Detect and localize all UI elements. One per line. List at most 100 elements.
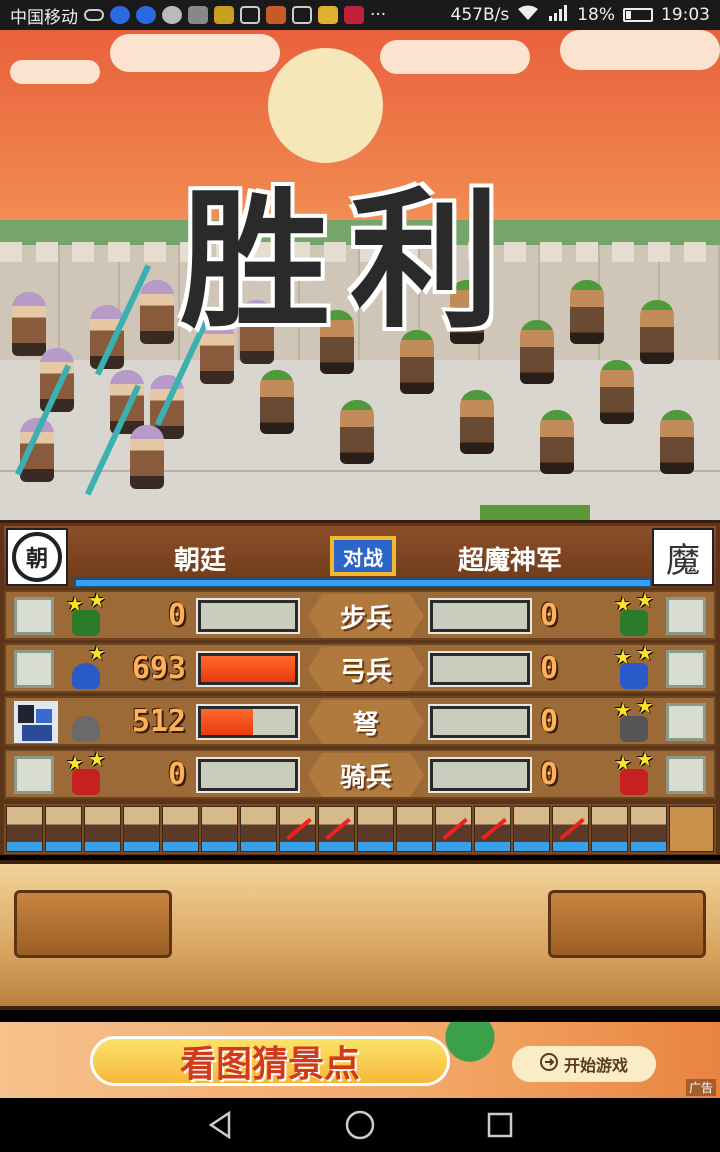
notification-icons: ···	[84, 5, 386, 25]
left-hp-bar	[196, 651, 300, 687]
right-team-name: 超魔神军	[458, 546, 563, 576]
roster-unit-defeated[interactable]	[318, 806, 355, 852]
recent-apps-icon[interactable]	[485, 1110, 515, 1140]
battle-panel: 朝 朝廷 对战 超魔神军 魔 ★ ★ 0 步兵 0 ★ ★ ★ 693 弓兵 0…	[0, 520, 720, 855]
roster-unit[interactable]	[201, 806, 238, 852]
roster-unit-defeated[interactable]	[279, 806, 316, 852]
unit-row-infantry: ★ ★ 0 步兵 0 ★ ★	[4, 588, 716, 640]
ad-tag-label: 广告	[688, 1081, 713, 1095]
ad-start-label: 开始游戏	[563, 1056, 628, 1075]
unit-type-label: 骑兵	[339, 762, 392, 793]
left-army-emblem: 朝	[6, 528, 68, 586]
right-count: 0	[540, 704, 559, 739]
unit-type-label: 步兵	[339, 603, 392, 634]
unit-type-label: 弩	[352, 709, 379, 740]
wechat-icon	[162, 6, 182, 24]
unit-type-plate: 弩	[308, 700, 424, 744]
right-count: 0	[540, 757, 559, 792]
left-count: 693	[131, 651, 186, 686]
cloud	[110, 34, 280, 72]
ally-soldier	[12, 292, 46, 356]
image-icon	[240, 6, 260, 24]
grass	[480, 505, 590, 520]
cloud	[10, 60, 100, 84]
right-panel-button[interactable]	[548, 890, 706, 958]
enemy-soldier	[640, 300, 674, 364]
app-notify-icon	[110, 6, 130, 24]
army-strength-bar	[74, 578, 652, 588]
unit-row-archer: ★ 693 弓兵 0 ★ ★	[4, 641, 716, 693]
right-slot[interactable]	[666, 756, 706, 794]
battle-scene[interactable]: 胜利	[0, 30, 720, 520]
left-slot[interactable]	[14, 756, 54, 794]
enemy-soldier	[460, 390, 494, 454]
roster-unit[interactable]	[630, 806, 667, 852]
ally-soldier	[140, 280, 174, 344]
back-icon[interactable]	[205, 1110, 235, 1140]
infantry-unit-icon: ★ ★	[64, 588, 112, 638]
roster-empty-slot	[669, 806, 714, 852]
roster-unit[interactable]	[84, 806, 121, 852]
archer-unit-icon: ★ ★	[612, 641, 660, 691]
right-slot[interactable]	[666, 597, 706, 635]
left-count: 512	[131, 704, 186, 739]
right-slot[interactable]	[666, 650, 706, 688]
left-hp-fill	[201, 656, 295, 682]
roster-unit-defeated[interactable]	[474, 806, 511, 852]
roster-unit-defeated[interactable]	[552, 806, 589, 852]
roster-unit[interactable]	[6, 806, 43, 852]
roster-unit[interactable]	[591, 806, 628, 852]
ad-banner[interactable]: 看图猜景点 开始游戏 广告	[0, 1022, 720, 1098]
enemy-soldier	[340, 400, 374, 464]
roster-unit[interactable]	[162, 806, 199, 852]
crossbow-unit-icon	[64, 700, 112, 744]
enemy-soldier	[660, 410, 694, 474]
roster-unit-defeated[interactable]	[435, 806, 472, 852]
network-speed: 457B/s	[450, 5, 510, 25]
victory-title: 胜利	[180, 173, 521, 349]
roster-unit[interactable]	[357, 806, 394, 852]
left-hp-fill	[201, 709, 253, 735]
right-hp-bar	[428, 598, 532, 634]
unit-type-plate: 弓兵	[308, 647, 424, 691]
right-count: 0	[540, 651, 559, 686]
left-slot[interactable]	[14, 597, 54, 635]
roster-unit[interactable]	[45, 806, 82, 852]
keyboard-icon	[292, 6, 312, 24]
crossbow-unit-icon: ★ ★	[612, 694, 660, 744]
roster-unit[interactable]	[240, 806, 277, 852]
cloud	[380, 40, 530, 74]
left-panel-button[interactable]	[14, 890, 172, 958]
roster-unit[interactable]	[396, 806, 433, 852]
troop-roster	[4, 804, 716, 854]
roster-unit[interactable]	[123, 806, 160, 852]
unit-type-label: 弓兵	[339, 656, 392, 687]
enemy-soldier	[540, 410, 574, 474]
right-count: 0	[540, 598, 559, 633]
right-hp-bar	[428, 704, 532, 740]
right-slot[interactable]	[666, 703, 706, 741]
ally-soldier	[130, 425, 164, 489]
ad-start-button[interactable]: 开始游戏	[512, 1046, 656, 1082]
right-army-emblem: 魔	[652, 528, 714, 586]
home-icon[interactable]	[345, 1110, 375, 1140]
left-hp-bar	[196, 757, 300, 793]
vs-badge: 对战	[330, 536, 396, 576]
app-notify-icon	[188, 6, 208, 24]
play-icon	[539, 1053, 558, 1075]
left-count: 0	[167, 757, 186, 792]
left-hp-bar	[196, 704, 300, 740]
left-hp-bar	[196, 598, 300, 634]
game-icon	[318, 6, 338, 24]
enemy-soldier	[570, 280, 604, 344]
cavalry-unit-icon: ★ ★	[612, 747, 660, 797]
commander-portrait[interactable]	[14, 701, 58, 743]
archer-unit-icon: ★	[64, 641, 112, 691]
carrier-label: 中国移动	[10, 7, 78, 28]
left-count: 0	[167, 598, 186, 633]
left-slot[interactable]	[14, 650, 54, 688]
cavalry-unit-icon: ★ ★	[64, 747, 112, 797]
roster-unit[interactable]	[513, 806, 550, 852]
unit-type-plate: 步兵	[308, 594, 424, 638]
app-notify-icon	[136, 6, 156, 24]
